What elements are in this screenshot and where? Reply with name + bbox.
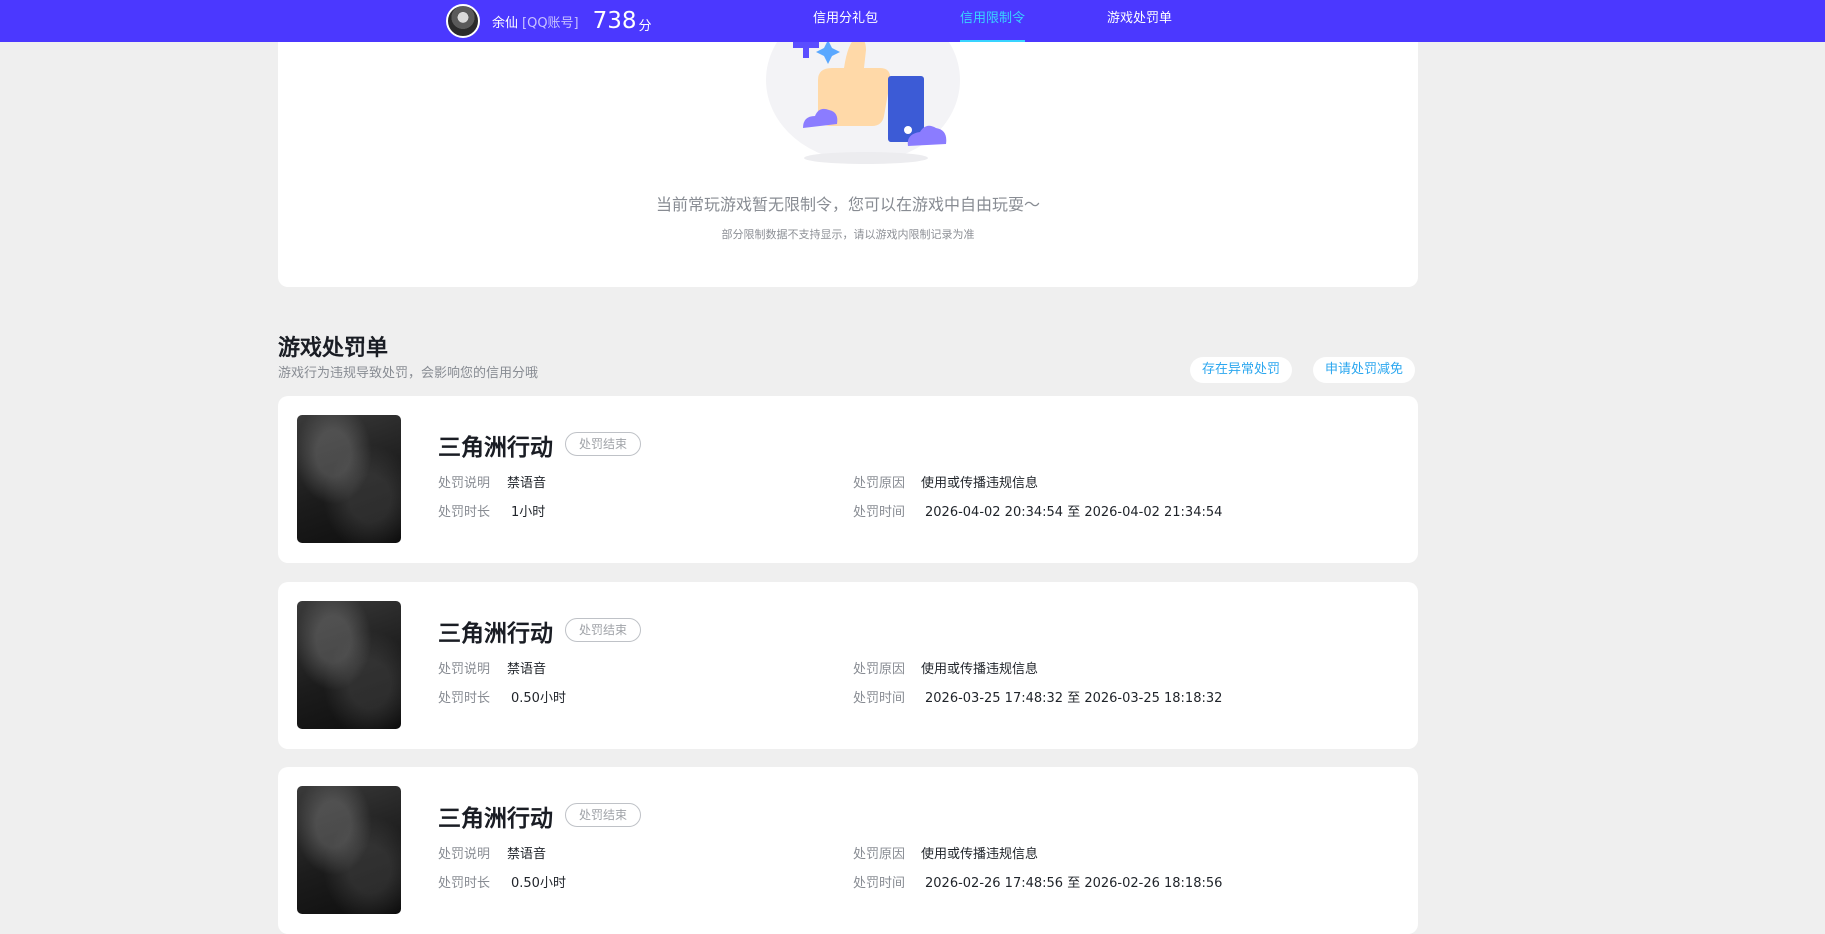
penalty-reason-value: 使用或传播违规信息	[921, 476, 1039, 491]
nav-credit-gift[interactable]: 信用分礼包	[813, 0, 878, 42]
status-badge: 处罚结束	[565, 432, 642, 456]
game-title: 三角洲行动	[438, 435, 553, 461]
appeal-penalty-button[interactable]: 申请处罚减免	[1313, 357, 1416, 383]
empty-state-message: 当前常玩游戏暂无限制令，您可以在游戏中自由玩耍～	[655, 195, 1040, 214]
status-badge: 处罚结束	[565, 803, 642, 827]
penalty-duration-label: 处罚时长	[438, 691, 491, 706]
penalty-duration-label: 处罚时长	[438, 876, 491, 891]
account-type: [QQ账号]	[522, 15, 579, 31]
penalty-duration-value: 0.50小时	[511, 876, 566, 891]
empty-state-note: 部分限制数据不支持显示，请以游戏内限制记录为准	[721, 228, 975, 241]
game-thumbnail	[297, 415, 401, 543]
penalty-card: 三角洲行动 处罚结束 处罚说明 禁语音 处罚时长 0.50小时 处罚原因 使用或…	[278, 767, 1418, 934]
top-nav-bar: 余仙 [QQ账号] 738 分 信用分礼包 信用限制令 游戏处罚单	[0, 0, 1825, 42]
penalty-time-label: 处罚时间	[853, 505, 906, 520]
credit-score-unit: 分	[638, 18, 652, 34]
user-info: 余仙 [QQ账号] 738 分	[446, 2, 652, 40]
game-thumbnail	[297, 786, 401, 914]
penalty-section-description: 游戏行为违规导致处罚，会影响您的信用分哦	[278, 366, 539, 381]
penalty-desc-value: 禁语音	[507, 847, 547, 862]
penalty-reason-label: 处罚原因	[853, 847, 906, 862]
penalty-reason-label: 处罚原因	[853, 476, 906, 491]
nav-game-penalty[interactable]: 游戏处罚单	[1107, 0, 1172, 42]
penalty-reason-label: 处罚原因	[853, 662, 906, 677]
penalty-desc-label: 处罚说明	[438, 476, 491, 491]
penalty-desc-value: 禁语音	[507, 476, 547, 491]
game-title: 三角洲行动	[438, 806, 553, 832]
game-thumbnail	[297, 601, 401, 729]
game-title: 三角洲行动	[438, 621, 553, 647]
penalty-time-value: 2026-04-02 20:34:54 至 2026-04-02 21:34:5…	[925, 505, 1223, 520]
penalty-time-label: 处罚时间	[853, 691, 906, 706]
penalty-card: 三角洲行动 处罚结束 处罚说明 禁语音 处罚时长 1小时 处罚原因 使用或传播违…	[278, 396, 1418, 563]
penalty-reason-value: 使用或传播违规信息	[921, 847, 1039, 862]
penalty-desc-label: 处罚说明	[438, 847, 491, 862]
penalty-time-label: 处罚时间	[853, 876, 906, 891]
restriction-panel: 当前常玩游戏暂无限制令，您可以在游戏中自由玩耍～ 部分限制数据不支持显示，请以游…	[278, 0, 1418, 287]
penalty-desc-value: 禁语音	[507, 662, 547, 677]
avatar[interactable]	[446, 4, 480, 38]
penalty-duration-label: 处罚时长	[438, 505, 491, 520]
penalty-reason-value: 使用或传播违规信息	[921, 662, 1039, 677]
penalty-duration-value: 1小时	[511, 505, 546, 520]
penalty-time-value: 2026-02-26 17:48:56 至 2026-02-26 18:18:5…	[925, 876, 1223, 891]
penalty-desc-label: 处罚说明	[438, 662, 491, 677]
user-name: 余仙	[492, 15, 519, 31]
penalty-duration-value: 0.50小时	[511, 691, 566, 706]
penalty-section-title: 游戏处罚单	[278, 336, 389, 361]
penalty-time-value: 2026-03-25 17:48:32 至 2026-03-25 18:18:3…	[925, 691, 1223, 706]
nav-credit-restriction[interactable]: 信用限制令	[960, 0, 1026, 42]
status-badge: 处罚结束	[565, 618, 642, 642]
penalty-card: 三角洲行动 处罚结束 处罚说明 禁语音 处罚时长 0.50小时 处罚原因 使用或…	[278, 582, 1418, 749]
abnormal-penalty-button[interactable]: 存在异常处罚	[1190, 357, 1293, 383]
credit-score: 738	[592, 8, 637, 34]
